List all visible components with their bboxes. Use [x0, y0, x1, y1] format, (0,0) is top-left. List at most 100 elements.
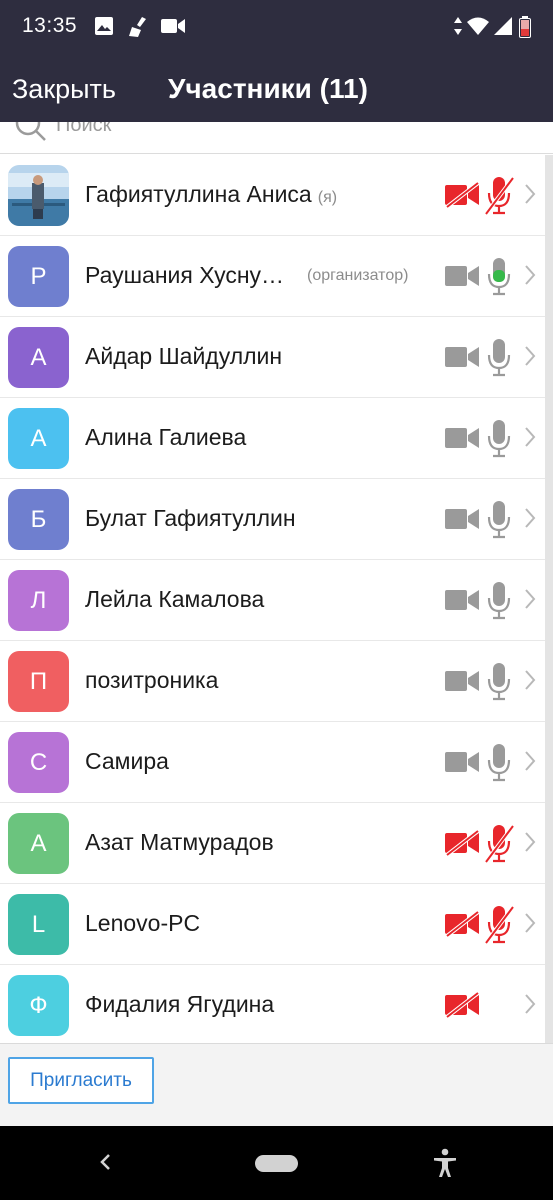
- camera-icon: [444, 749, 480, 780]
- battery-icon: [519, 16, 531, 38]
- participant-row[interactable]: А Айдар Шайдуллин: [0, 317, 545, 398]
- participant-name-text: Булат Гафиятуллин: [85, 505, 296, 531]
- avatar: А: [8, 408, 69, 469]
- wifi-icon: [467, 17, 489, 35]
- camera-off-icon: [444, 910, 480, 942]
- participant-name: Азат Матмурадов: [85, 829, 274, 856]
- avatar: А: [8, 813, 69, 874]
- avatar: П: [8, 651, 69, 712]
- mic-muted-icon: [484, 823, 515, 868]
- participant-name-text: Лейла Камалова: [85, 586, 265, 612]
- participant-name: Айдар Шайдуллин: [85, 343, 282, 370]
- home-button[interactable]: [255, 1155, 298, 1172]
- participant-name: Алина Галиева: [85, 424, 246, 451]
- participant-row[interactable]: Ф Фидалия Ягудина: [0, 965, 545, 1043]
- mic-icon: [484, 742, 514, 787]
- participant-name-text: Азат Матмурадов: [85, 829, 274, 855]
- participant-name: Самира: [85, 748, 169, 775]
- avatar: Ф: [8, 975, 69, 1036]
- participant-row[interactable]: Л Лейла Камалова: [0, 560, 545, 641]
- participant-name: Фидалия Ягудина: [85, 991, 274, 1018]
- participant-row[interactable]: L Lenovo-PC: [0, 884, 545, 965]
- mic-icon: [484, 499, 514, 544]
- chevron-right-icon: [523, 587, 537, 616]
- host-role-label: (организатор): [307, 267, 409, 284]
- camera-icon: [444, 587, 480, 618]
- avatar: Б: [8, 489, 69, 550]
- mic-muted-icon: [484, 904, 515, 949]
- avatar: L: [8, 894, 69, 955]
- participant-name-text: позитроника: [85, 667, 219, 693]
- chevron-right-icon: [523, 263, 537, 292]
- participant-row[interactable]: Р Раушания Хуснy… (организатор): [0, 236, 545, 317]
- camera-off-icon: [444, 991, 480, 1023]
- chevron-right-icon: [523, 830, 537, 859]
- chevron-right-icon: [523, 749, 537, 778]
- camera-icon: [444, 344, 480, 375]
- search-icon: [15, 122, 46, 141]
- accessibility-icon[interactable]: [432, 1148, 458, 1178]
- chevron-right-icon: [523, 506, 537, 535]
- participant-name-text: Алина Галиева: [85, 424, 247, 450]
- participant-name: Раушания Хуснy…: [85, 262, 284, 289]
- chevron-right-icon: [523, 992, 537, 1021]
- invite-button[interactable]: Пригласить: [8, 1057, 154, 1104]
- header-bar: Закрыть Участники (11): [0, 56, 553, 122]
- bottom-bar: Пригласить: [0, 1043, 553, 1126]
- participant-row[interactable]: А Азат Матмурадов: [0, 803, 545, 884]
- data-arrows-icon: [454, 17, 462, 35]
- participant-name: позитроника: [85, 667, 218, 694]
- mic-icon: [484, 418, 514, 463]
- chevron-right-icon: [523, 911, 537, 940]
- participant-name-text: Гафиятуллина Аниса: [85, 181, 312, 207]
- participant-row[interactable]: А Алина Галиева: [0, 398, 545, 479]
- search-input[interactable]: Поиск: [56, 122, 111, 137]
- camera-icon: [444, 425, 480, 456]
- mic-icon: [484, 337, 514, 382]
- status-time: 13:35: [22, 14, 78, 37]
- participant-name: Lenovo-PC: [85, 910, 200, 937]
- mic-icon: [484, 661, 514, 706]
- status-bar: 13:35: [0, 0, 553, 56]
- camera-off-icon: [444, 181, 480, 213]
- avatar: С: [8, 732, 69, 793]
- participant-name: Булат Гафиятуллин: [85, 505, 296, 532]
- chevron-right-icon: [523, 425, 537, 454]
- participant-row[interactable]: Гафиятуллина Аниса (я): [0, 155, 545, 236]
- participant-list: Гафиятуллина Аниса (я) Р Раушания Хуснy… (ор…: [0, 155, 545, 1043]
- participant-row[interactable]: Ппозитроника: [0, 641, 545, 722]
- image-icon: [95, 17, 113, 35]
- broom-icon: [129, 17, 146, 37]
- chevron-right-icon: [523, 668, 537, 697]
- avatar: А: [8, 327, 69, 388]
- mic-muted-icon: [484, 175, 515, 220]
- camera-icon: [444, 506, 480, 537]
- signal-icon: [494, 17, 512, 35]
- close-button[interactable]: Закрыть: [12, 74, 116, 105]
- back-icon[interactable]: [98, 1152, 114, 1172]
- participant-name: Гафиятуллина Аниса (я): [85, 181, 337, 208]
- avatar-photo: [8, 165, 69, 226]
- participant-name-text: Lenovo-PC: [85, 910, 201, 936]
- camera-icon: [444, 668, 480, 699]
- participant-name-text: Айдар Шайдуллин: [85, 343, 283, 369]
- participant-row[interactable]: С Самира: [0, 722, 545, 803]
- camera-icon: [444, 263, 480, 294]
- participant-name-text: Раушания Хуснy…: [85, 262, 285, 288]
- search-bar[interactable]: Поиск: [0, 122, 553, 154]
- participant-name: Лейла Камалова: [85, 586, 264, 613]
- page-title: Участники (11): [168, 73, 368, 104]
- mic-icon: [484, 580, 514, 625]
- camera-off-icon: [444, 829, 480, 861]
- system-navigation-bar: [0, 1126, 553, 1200]
- avatar: Л: [8, 570, 69, 631]
- participant-name-text: Самира: [85, 748, 169, 774]
- self-tag: (я): [317, 189, 338, 206]
- video-icon: [161, 19, 185, 33]
- chevron-right-icon: [523, 182, 537, 211]
- scrollbar[interactable]: [545, 155, 553, 1043]
- avatar: Р: [8, 246, 69, 307]
- participant-name-text: Фидалия Ягудина: [85, 991, 275, 1017]
- participant-row[interactable]: Б Булат Гафиятуллин: [0, 479, 545, 560]
- chevron-right-icon: [523, 344, 537, 373]
